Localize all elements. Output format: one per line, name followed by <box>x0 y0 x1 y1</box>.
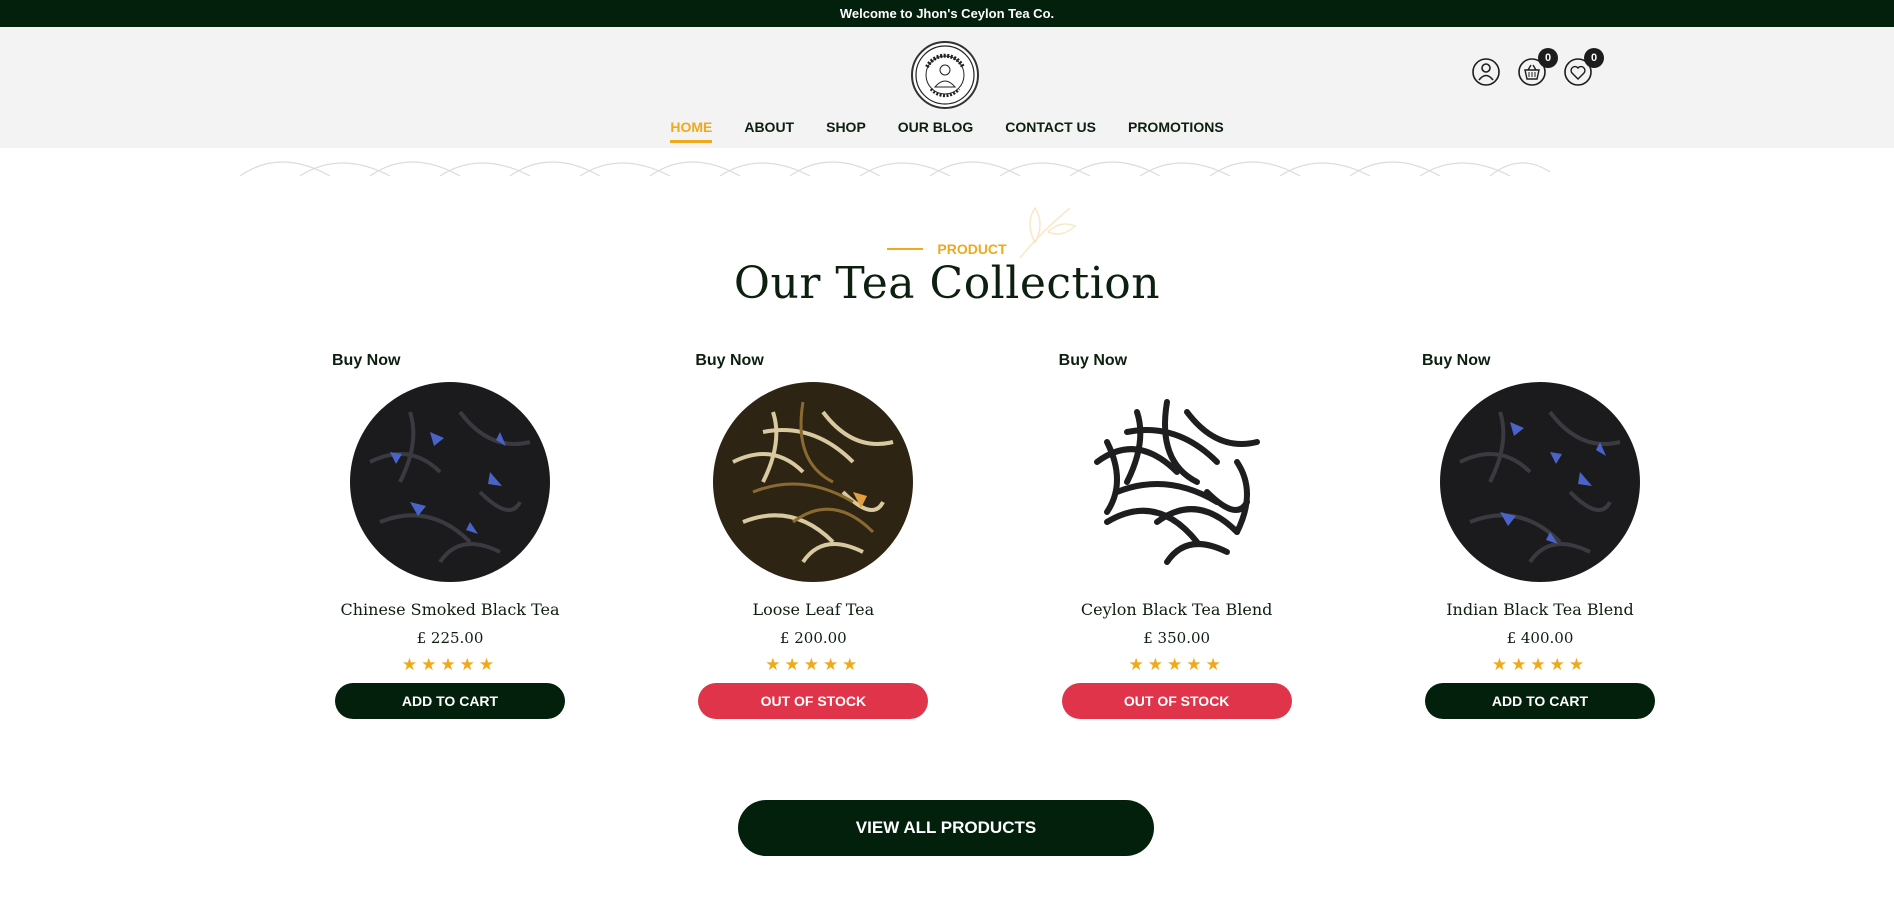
product-name[interactable]: Loose Leaf Tea <box>693 600 933 619</box>
announcement-bar: Welcome to Jhon's Ceylon Tea Co. <box>0 0 1894 27</box>
product-card: Buy Now Loose Leaf Tea £ 200.00 ★★★★★ OU… <box>693 352 933 719</box>
nav-home[interactable]: HOME <box>654 119 728 143</box>
product-price: £ 400.00 <box>1506 629 1574 647</box>
out-of-stock-button[interactable]: OUT OF STOCK <box>1061 683 1292 719</box>
user-icon <box>1472 58 1500 86</box>
product-card: Buy Now Chinese Smoked Black Tea £ 225.0… <box>330 352 570 719</box>
product-card: Buy Now Ceylon Black Tea Blend £ 350.00 … <box>1057 352 1297 719</box>
product-name[interactable]: Ceylon Black Tea Blend <box>1057 600 1297 619</box>
product-image[interactable] <box>703 372 923 592</box>
nav-about[interactable]: ABOUT <box>728 119 810 141</box>
product-price: £ 200.00 <box>779 629 847 647</box>
logo-emblem-icon <box>915 45 975 105</box>
section-title: Our Tea Collection <box>733 258 1161 309</box>
brand-logo[interactable] <box>911 41 979 109</box>
add-to-cart-button[interactable]: ADD TO CART <box>335 683 565 719</box>
nav-our-blog[interactable]: OUR BLOG <box>882 119 989 141</box>
welcome-text: Welcome to Jhon's Ceylon Tea Co. <box>839 6 1055 21</box>
wishlist-count-badge: 0 <box>1584 48 1604 68</box>
product-image[interactable] <box>1067 372 1287 592</box>
product-image[interactable] <box>340 372 560 592</box>
product-rating: ★★★★★ <box>765 655 862 674</box>
cart-count-badge: 0 <box>1538 48 1558 68</box>
buy-now-link[interactable]: Buy Now <box>695 352 933 370</box>
eyebrow-line <box>887 248 924 250</box>
product-price: £ 225.00 <box>416 629 484 647</box>
out-of-stock-button[interactable]: OUT OF STOCK <box>698 683 929 719</box>
nav-promotions[interactable]: PROMOTIONS <box>1112 119 1240 141</box>
wishlist-button[interactable]: 0 <box>1562 48 1604 88</box>
product-rating: ★★★★★ <box>401 655 499 674</box>
product-rating: ★★★★★ <box>1128 655 1225 674</box>
cart-button[interactable]: 0 <box>1516 48 1558 88</box>
product-image[interactable] <box>1430 372 1650 592</box>
nav-contact-us[interactable]: CONTACT US <box>989 119 1112 141</box>
buy-now-link[interactable]: Buy Now <box>332 352 570 370</box>
product-name[interactable]: Indian Black Tea Blend <box>1420 600 1660 619</box>
account-button[interactable] <box>1470 56 1502 88</box>
section-eyebrow: PRODUCT <box>0 241 1894 257</box>
leaf-pattern-banner <box>240 148 1550 176</box>
eyebrow-label: PRODUCT <box>937 241 1007 257</box>
product-card: Buy Now Indian Black Tea Blend £ 400.00 … <box>1420 352 1660 719</box>
buy-now-link[interactable]: Buy Now <box>1422 352 1660 370</box>
buy-now-link[interactable]: Buy Now <box>1059 352 1297 370</box>
product-grid: Buy Now Chinese Smoked Black Tea £ 225.0… <box>330 352 1660 719</box>
main-nav: HOME ABOUT SHOP OUR BLOG CONTACT US PROM… <box>0 119 1894 143</box>
view-all-products-button[interactable]: VIEW ALL PRODUCTS <box>738 800 1154 856</box>
product-rating: ★★★★★ <box>1491 655 1589 674</box>
nav-shop[interactable]: SHOP <box>810 119 882 141</box>
product-price: £ 350.00 <box>1143 629 1211 647</box>
header-icons: 0 0 <box>1470 48 1604 88</box>
product-name[interactable]: Chinese Smoked Black Tea <box>330 600 570 619</box>
add-to-cart-button[interactable]: ADD TO CART <box>1424 683 1655 719</box>
site-header: 0 0 HOME ABOUT SHOP OUR BLOG CONTACT US … <box>0 27 1894 148</box>
